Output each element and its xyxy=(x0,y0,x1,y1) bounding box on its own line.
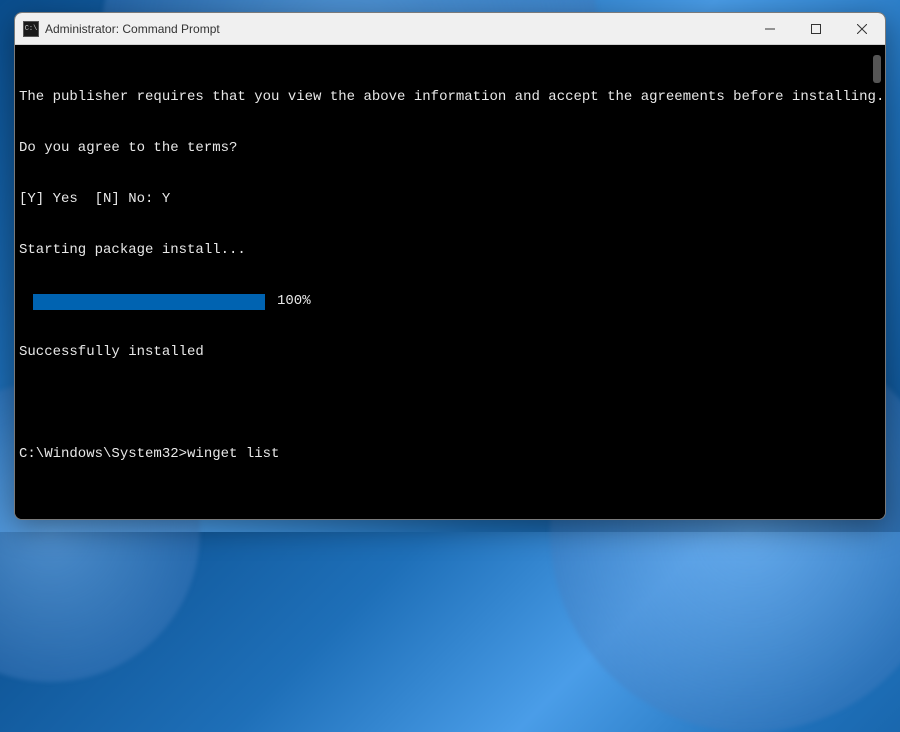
output-line: The publisher requires that you view the… xyxy=(19,89,877,106)
progress-percent: 100% xyxy=(277,293,311,310)
terminal-body[interactable]: The publisher requires that you view the… xyxy=(15,45,885,519)
scrollbar-track[interactable] xyxy=(869,49,883,515)
progress-bar xyxy=(33,294,265,310)
blank-line xyxy=(19,395,877,412)
maximize-icon xyxy=(811,24,821,34)
scrollbar-thumb[interactable] xyxy=(873,55,881,83)
app-icon: C:\ xyxy=(23,21,39,37)
minimize-button[interactable] xyxy=(747,13,793,44)
minimize-icon xyxy=(765,24,775,34)
close-icon xyxy=(857,24,867,34)
output-line: Do you agree to the terms? xyxy=(19,140,877,157)
window-title: Administrator: Command Prompt xyxy=(45,22,747,36)
close-button[interactable] xyxy=(839,13,885,44)
output-line: Starting package install... xyxy=(19,242,877,259)
maximize-button[interactable] xyxy=(793,13,839,44)
prompt-line: C:\Windows\System32>winget list xyxy=(19,446,877,463)
titlebar[interactable]: C:\ Administrator: Command Prompt xyxy=(15,13,885,45)
progress-line: 100% xyxy=(19,293,877,310)
terminal-content: The publisher requires that you view the… xyxy=(19,55,877,497)
entered-command: winget list xyxy=(187,446,279,462)
output-line: Successfully installed xyxy=(19,344,877,361)
prompt-path: C:\Windows\System32> xyxy=(19,446,187,462)
output-line: [Y] Yes [N] No: Y xyxy=(19,191,877,208)
command-prompt-window: C:\ Administrator: Command Prompt The pu… xyxy=(14,12,886,520)
window-controls xyxy=(747,13,885,44)
